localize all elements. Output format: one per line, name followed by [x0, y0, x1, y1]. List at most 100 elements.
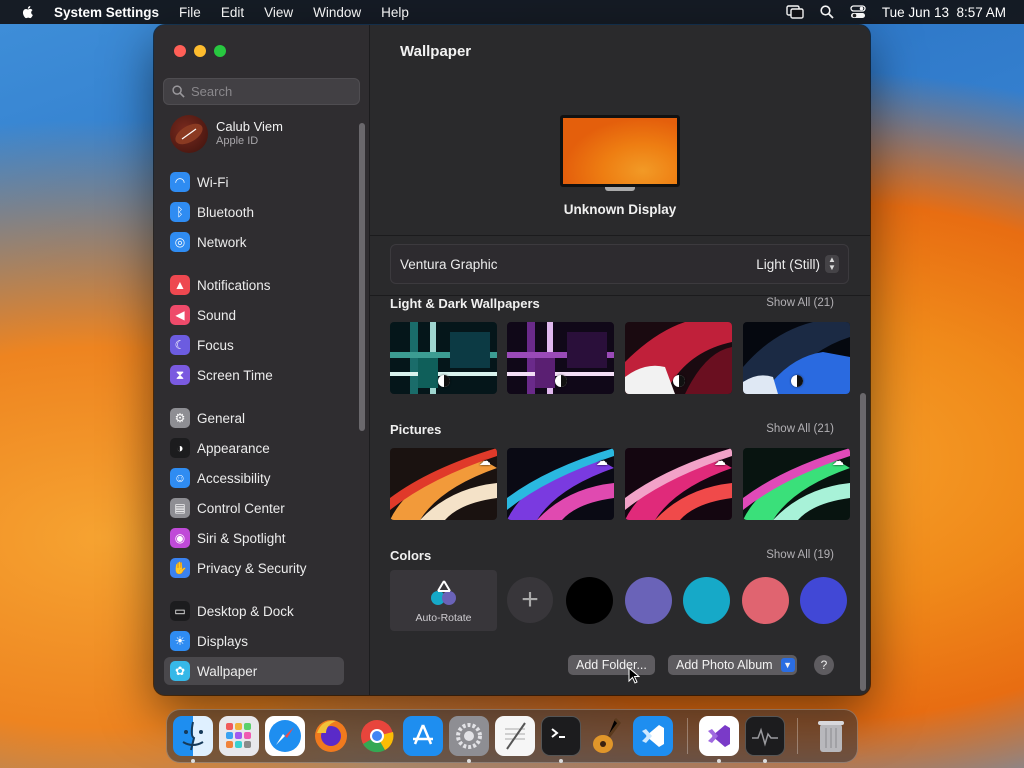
- toggles-icon: ▤: [170, 498, 190, 518]
- sidebar-item-bluetooth[interactable]: ᛒ Bluetooth: [164, 198, 344, 226]
- wallpaper-thumbnail[interactable]: [390, 322, 497, 394]
- bluetooth-icon: ᛒ: [170, 202, 190, 222]
- add-photo-album-button[interactable]: Add Photo Album ▼: [668, 655, 797, 675]
- auto-rotate-tile[interactable]: Auto-Rotate: [390, 570, 497, 631]
- app-store-icon[interactable]: [403, 716, 443, 756]
- color-swatch[interactable]: [800, 577, 847, 624]
- launchpad-icon[interactable]: [219, 716, 259, 756]
- firefox-icon[interactable]: [311, 716, 351, 756]
- show-all-light-dark-button[interactable]: Show All (21): [766, 297, 834, 309]
- minimize-button[interactable]: [194, 45, 206, 57]
- wallpaper-thumbnail[interactable]: [625, 322, 732, 394]
- color-swatch[interactable]: [742, 577, 789, 624]
- sidebar: Calub Viem Apple ID ◠ Wi-Fi ᛒ Bluetooth ◎ Net…: [154, 25, 370, 695]
- sidebar-item-sound[interactable]: ◀ Sound: [164, 301, 344, 329]
- cloud-download-icon[interactable]: ☁: [714, 454, 726, 468]
- current-wallpaper-name: Ventura Graphic: [400, 256, 498, 272]
- menu-help[interactable]: Help: [381, 5, 409, 20]
- sidebar-item-accessibility[interactable]: ☺ Accessibility: [164, 464, 344, 492]
- sidebar-item-wallpaper[interactable]: ✿ Wallpaper: [164, 657, 344, 685]
- speaker-icon: ◀: [170, 305, 190, 325]
- sidebar-item-control-center[interactable]: ▤ Control Center: [164, 494, 344, 522]
- auto-rotate-icon: [430, 579, 456, 605]
- search-input[interactable]: [191, 84, 351, 99]
- light-dark-badge-icon: [672, 375, 685, 387]
- menu-app-name[interactable]: System Settings: [54, 5, 159, 20]
- menu-view[interactable]: View: [264, 5, 293, 20]
- sidebar-item-label: Appearance: [197, 440, 270, 456]
- wallpaper-thumbnail[interactable]: ☁: [625, 448, 732, 520]
- close-button[interactable]: [174, 45, 186, 57]
- terminal-icon[interactable]: [541, 716, 581, 756]
- menu-file[interactable]: File: [179, 5, 201, 20]
- cloud-download-icon[interactable]: ☁: [596, 454, 608, 468]
- menu-window[interactable]: Window: [313, 5, 361, 20]
- garageband-icon[interactable]: [587, 716, 627, 756]
- cloud-download-icon[interactable]: ☁: [479, 454, 491, 468]
- window-controls: [174, 45, 226, 57]
- apple-logo-icon[interactable]: [20, 4, 36, 20]
- control-center-icon[interactable]: [850, 5, 866, 19]
- dock: [166, 709, 858, 763]
- color-swatch[interactable]: [566, 577, 613, 624]
- menu-edit[interactable]: Edit: [221, 5, 244, 20]
- dock-icon: ▭: [170, 601, 190, 621]
- system-settings-icon[interactable]: [449, 716, 489, 756]
- sidebar-item-label: Wallpaper: [197, 663, 258, 679]
- color-swatch[interactable]: [625, 577, 672, 624]
- wallpaper-thumbnail[interactable]: ☁: [507, 448, 614, 520]
- wallpaper-thumbnail[interactable]: [507, 322, 614, 394]
- sidebar-item-label: Desktop & Dock: [197, 603, 294, 619]
- chrome-icon[interactable]: [357, 716, 397, 756]
- sidebar-item-focus[interactable]: ☾ Focus: [164, 331, 344, 359]
- sidebar-item-label: Wi-Fi: [197, 174, 229, 190]
- sidebar-item-general[interactable]: ⚙ General: [164, 404, 344, 432]
- sidebar-item-displays[interactable]: ☀ Displays: [164, 627, 344, 655]
- chevron-down-icon[interactable]: ▼: [780, 658, 795, 672]
- section-light-dark-title: Light & Dark Wallpapers: [390, 296, 540, 311]
- help-button[interactable]: ?: [814, 655, 834, 675]
- show-all-pictures-button[interactable]: Show All (21): [766, 423, 834, 435]
- sidebar-item-wi-fi[interactable]: ◠ Wi-Fi: [164, 168, 344, 196]
- sidebar-item-appearance[interactable]: ◑ Appearance: [164, 434, 344, 462]
- sidebar-item-label: Privacy & Security: [197, 560, 307, 576]
- spotlight-search-icon[interactable]: [820, 5, 834, 19]
- wallpaper-thumbnail[interactable]: [743, 322, 850, 394]
- add-folder-button[interactable]: Add Folder...: [568, 655, 655, 675]
- sidebar-scrollbar[interactable]: [359, 123, 365, 431]
- vscode-icon[interactable]: [633, 716, 673, 756]
- finder-icon[interactable]: [173, 716, 213, 756]
- activity-monitor-icon[interactable]: [745, 716, 785, 756]
- flower-icon: ✿: [170, 661, 190, 681]
- cloud-download-icon[interactable]: ☁: [832, 454, 844, 468]
- color-swatch[interactable]: [683, 577, 730, 624]
- mouse-cursor-icon: [628, 667, 640, 684]
- sidebar-item-label: Accessibility: [197, 470, 271, 486]
- appearance-mode-popup[interactable]: Light (Still) ▲ ▼: [756, 255, 839, 273]
- main-scrollbar[interactable]: [860, 393, 866, 691]
- sidebar-item-siri-spotlight[interactable]: ◉ Siri & Spotlight: [164, 524, 344, 552]
- wallpaper-pane: Wallpaper Unknown Display Ventura Graphi…: [370, 25, 870, 695]
- safari-icon[interactable]: [265, 716, 305, 756]
- zoom-button[interactable]: [214, 45, 226, 57]
- apple-id-profile[interactable]: Calub Viem Apple ID: [170, 115, 283, 153]
- hand-icon: ✋: [170, 558, 190, 578]
- accessibility-icon: ☺: [170, 468, 190, 488]
- show-all-colors-button[interactable]: Show All (19): [766, 549, 834, 561]
- visual-studio-icon[interactable]: [699, 716, 739, 756]
- screen-mirroring-icon[interactable]: [786, 5, 804, 19]
- add-color-button[interactable]: +: [507, 577, 553, 623]
- sidebar-item-network[interactable]: ◎ Network: [164, 228, 344, 256]
- sidebar-item-privacy-security[interactable]: ✋ Privacy & Security: [164, 554, 344, 582]
- sidebar-item-desktop-dock[interactable]: ▭ Desktop & Dock: [164, 597, 344, 625]
- menu-bar-clock[interactable]: Tue Jun 13 8:57 AM: [882, 5, 1006, 20]
- search-icon: [172, 85, 185, 98]
- profile-subtitle: Apple ID: [216, 135, 259, 147]
- wallpaper-thumbnail[interactable]: ☁: [390, 448, 497, 520]
- sidebar-item-screen-time[interactable]: ⧗ Screen Time: [164, 361, 344, 389]
- wallpaper-thumbnail[interactable]: ☁: [743, 448, 850, 520]
- sidebar-search[interactable]: [163, 78, 360, 105]
- textedit-icon[interactable]: [495, 716, 535, 756]
- sidebar-item-notifications[interactable]: ▲ Notifications: [164, 271, 344, 299]
- trash-icon[interactable]: [811, 716, 851, 756]
